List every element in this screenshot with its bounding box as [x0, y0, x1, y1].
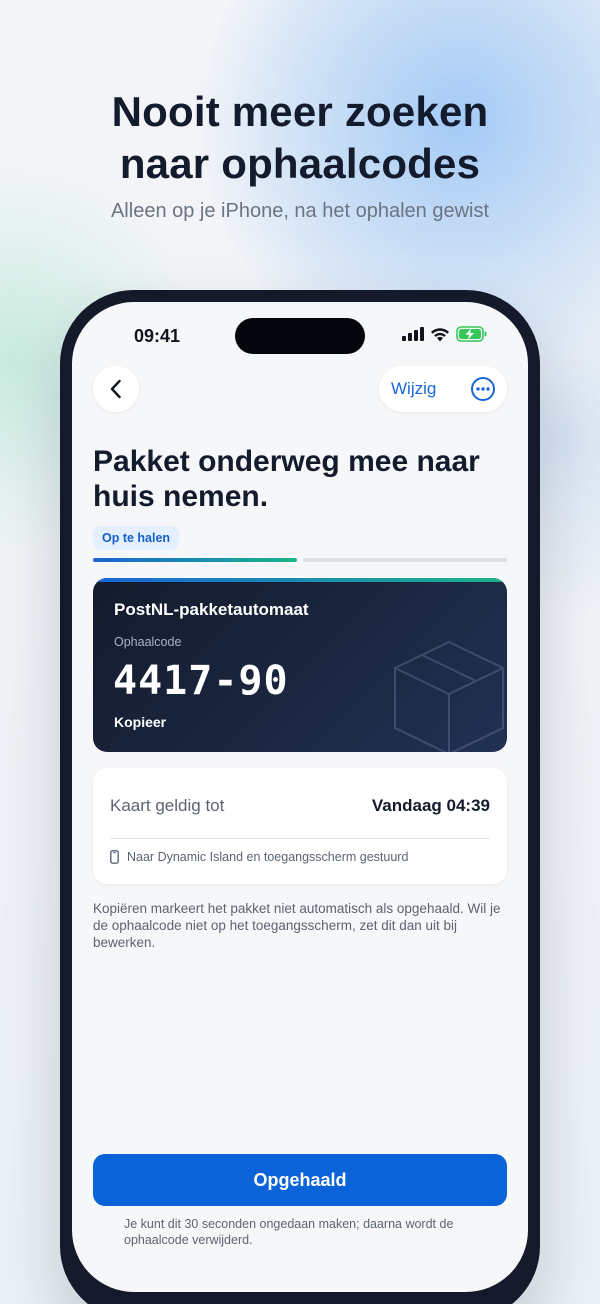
package-box-icon: [394, 640, 504, 752]
card-accent-line: [93, 578, 507, 582]
validity-card: Kaart geldig tot Vandaag 04:39 Naar Dyna…: [93, 768, 507, 884]
signal-icon: [402, 327, 424, 341]
pickup-code[interactable]: 4417-90: [113, 658, 289, 704]
chevron-left-icon: [110, 379, 121, 399]
status-icons: [402, 326, 488, 342]
edit-button[interactable]: Wijzig: [391, 379, 436, 399]
copy-button[interactable]: Kopieer: [114, 714, 166, 730]
live-activity-note-text: Naar Dynamic Island en toegangsscherm ge…: [127, 850, 409, 864]
divider: [110, 838, 490, 839]
pickup-code-card: PostNL-pakketautomaat Ophaalcode 4417-90…: [93, 578, 507, 752]
live-activity-note: Naar Dynamic Island en toegangsscherm ge…: [110, 850, 408, 864]
phone-screen: 09:41 Wijzig Pakket onderweg mee naar hu…: [72, 302, 528, 1292]
undo-footnote: Je kunt dit 30 seconden ongedaan maken; …: [124, 1217, 454, 1247]
wifi-icon: [431, 327, 449, 341]
code-label: Ophaalcode: [114, 635, 182, 649]
hero-title-line2: naar ophaalcodes: [119, 140, 481, 187]
validity-label: Kaart geldig tot: [110, 796, 225, 815]
battery-charging-icon: [456, 326, 487, 342]
picked-up-button[interactable]: Opgehaald: [93, 1154, 507, 1206]
locker-name: PostNL-pakketautomaat: [114, 600, 309, 619]
hero-subtitle: Alleen op je iPhone, na het ophalen gewi…: [110, 200, 490, 222]
more-options-icon[interactable]: [469, 375, 497, 403]
header-actions: Wijzig: [379, 366, 507, 412]
phone-icon: [110, 850, 119, 864]
page-title: Pakket onderweg mee naar huis nemen.: [93, 445, 480, 513]
back-button[interactable]: [93, 366, 139, 412]
progress-bar: [93, 558, 507, 562]
status-time: 09:41: [134, 326, 181, 346]
progress-step-done: [93, 558, 297, 562]
validity-value: Vandaag 04:39: [371, 796, 490, 815]
status-badge: Op te halen: [93, 526, 180, 550]
progress-step-pending: [303, 558, 507, 562]
hero-title-line1: Nooit meer zoeken: [111, 88, 489, 135]
dynamic-island: [235, 318, 365, 354]
help-text: Kopiëren markeert het pakket niet automa…: [93, 901, 501, 950]
hero-title: Nooit meer zoeken naar ophaalcodes: [0, 86, 600, 190]
